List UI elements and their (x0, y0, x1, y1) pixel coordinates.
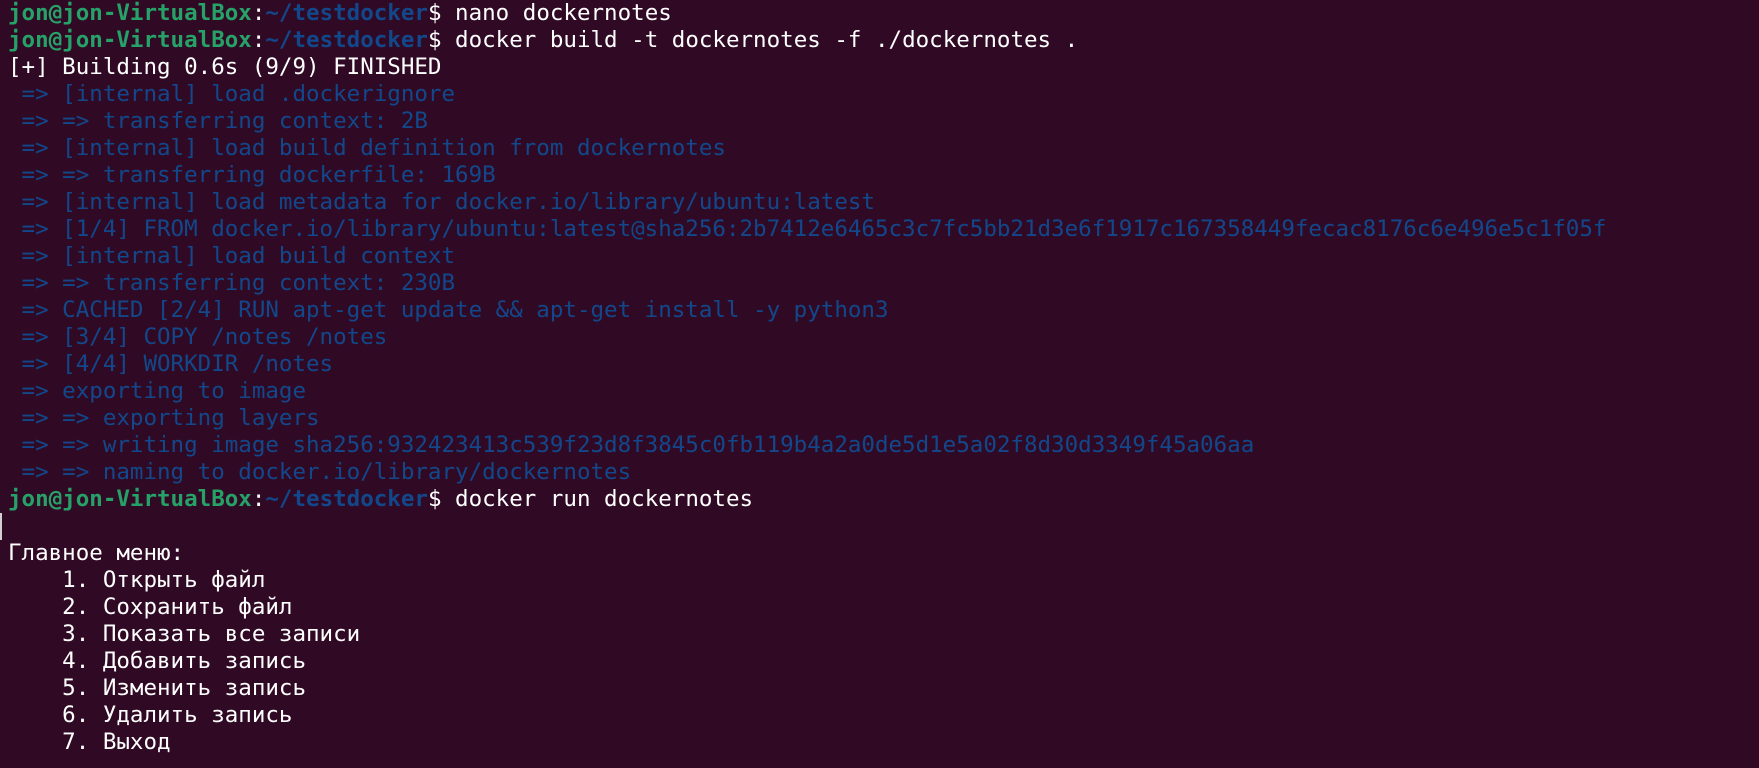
prompt-separator: : (251, 0, 266, 26)
prompt-symbol: $ (427, 486, 456, 512)
prompt-path: ~/testdocker (265, 486, 428, 512)
build-output-line: => [1/4] FROM docker.io/library/ubuntu:l… (8, 216, 1607, 242)
build-output-line: => => transferring context: 230B (8, 270, 456, 296)
menu-item: 2. Сохранить файл (8, 594, 293, 620)
command-text: docker run dockernotes (455, 486, 754, 512)
command-text: nano dockernotes (455, 0, 672, 26)
build-output-line: => => transferring dockerfile: 169B (8, 162, 496, 188)
build-output-line: => => writing image sha256:932423413c539… (8, 432, 1255, 458)
prompt-line: jon@jon-VirtualBox:~/testdocker$ docker … (8, 27, 1759, 54)
text-cursor (0, 513, 2, 540)
build-output-line: => [internal] load .dockerignore (8, 81, 456, 107)
prompt-path: ~/testdocker (265, 0, 428, 26)
prompt-symbol: $ (427, 27, 456, 53)
prompt-separator: : (251, 486, 266, 512)
prompt-user-host: jon@jon-VirtualBox (8, 27, 252, 53)
prompt-line: jon@jon-VirtualBox:~/testdocker$ nano do… (8, 0, 1759, 27)
build-output-line: => => naming to docker.io/library/docker… (8, 459, 632, 485)
command-text: docker build -t dockernotes -f ./dockern… (455, 27, 1079, 53)
build-header: [+] Building 0.6s (9/9) FINISHED (8, 54, 442, 80)
build-output-line: => [internal] load build definition from… (8, 135, 726, 161)
menu-title: Главное меню: (8, 540, 185, 566)
prompt-symbol: $ (427, 0, 456, 26)
blank-line (0, 513, 1759, 540)
menu-item: 4. Добавить запись (8, 648, 307, 674)
menu-item: 1. Открыть файл (8, 567, 266, 593)
prompt-user-host: jon@jon-VirtualBox (8, 0, 252, 26)
build-output-line: => [internal] load metadata for docker.i… (8, 189, 875, 215)
menu-item: 5. Изменить запись (8, 675, 307, 701)
build-output-line: => [4/4] WORKDIR /notes (8, 351, 334, 377)
terminal-window[interactable]: jon@jon-VirtualBox:~/testdocker$ nano do… (0, 0, 1759, 768)
prompt-separator: : (251, 27, 266, 53)
build-output-line: => exporting to image (8, 378, 307, 404)
prompt-path: ~/testdocker (265, 27, 428, 53)
menu-item: 7. Выход (8, 729, 171, 755)
build-output-line: => [3/4] COPY /notes /notes (8, 324, 388, 350)
build-output-line: => CACHED [2/4] RUN apt-get update && ap… (8, 297, 889, 323)
menu-item: 3. Показать все записи (8, 621, 361, 647)
menu-item: 6. Удалить запись (8, 702, 293, 728)
build-output-line: => => exporting layers (8, 405, 320, 431)
prompt-line: jon@jon-VirtualBox:~/testdocker$ docker … (8, 486, 1759, 513)
build-output-line: => [internal] load build context (8, 243, 456, 269)
build-output-line: => => transferring context: 2B (8, 108, 428, 134)
prompt-user-host: jon@jon-VirtualBox (8, 486, 252, 512)
